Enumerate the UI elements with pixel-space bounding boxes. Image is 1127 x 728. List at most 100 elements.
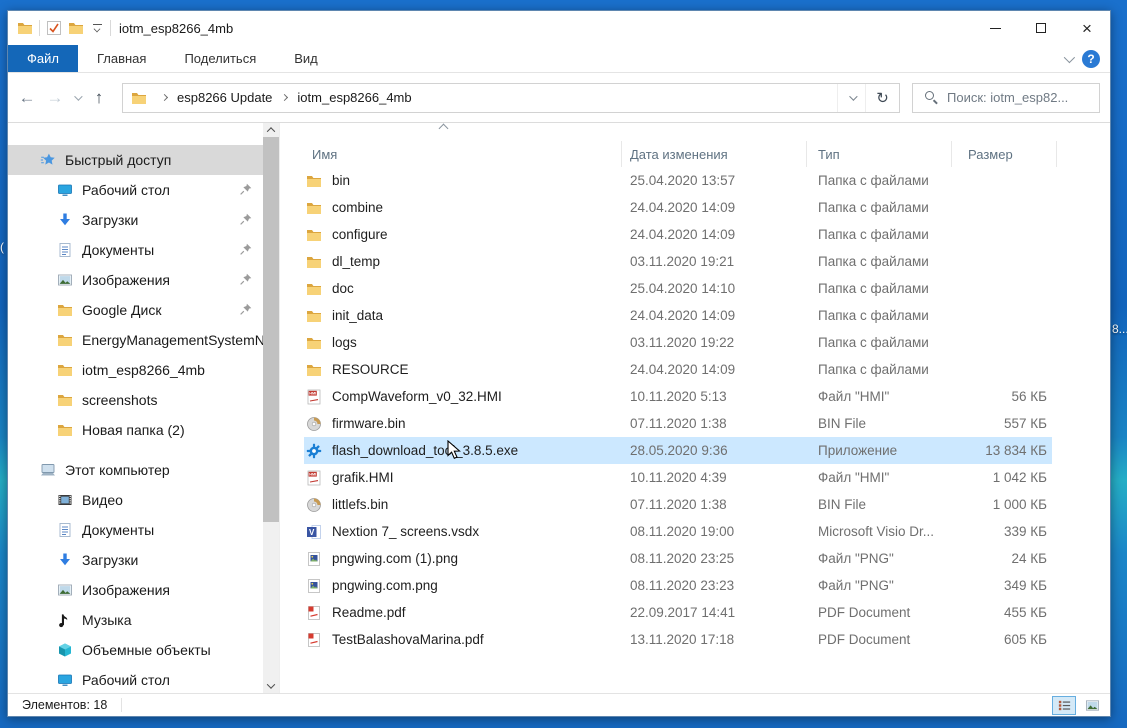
sidebar-item[interactable]: Объемные объекты (8, 635, 263, 665)
expand-ribbon-icon[interactable] (1064, 51, 1075, 62)
ribbon-tab-4[interactable]: Вид (275, 45, 337, 72)
sidebar-item[interactable]: Видео (8, 485, 263, 515)
checkmark-icon[interactable] (46, 20, 62, 36)
sidebar-item[interactable]: Документы (8, 235, 263, 265)
help-icon[interactable]: ? (1082, 50, 1100, 68)
forward-button[interactable]: → (42, 85, 68, 111)
file-date: 10.11.2020 5:13 (622, 389, 807, 404)
sidebar-item[interactable]: Рабочий стол (8, 665, 263, 693)
sidebar-item[interactable]: Изображения (8, 265, 263, 295)
file-row[interactable]: combine24.04.2020 14:09Папка с файлами (280, 194, 1110, 221)
pin-icon (238, 182, 253, 197)
file-row[interactable]: Readme.pdf22.09.2017 14:41PDF Document45… (280, 599, 1110, 626)
sidebar-item[interactable]: EnergyManagementSystemN (8, 325, 263, 355)
file-rows: bin25.04.2020 13:57Папка с файламиcombin… (280, 167, 1110, 693)
sidebar-item[interactable]: iotm_esp8266_4mb (8, 355, 263, 385)
exe-file-icon (306, 443, 322, 459)
file-row[interactable]: logs03.11.2020 19:22Папка с файлами (280, 329, 1110, 356)
file-row[interactable]: bin25.04.2020 13:57Папка с файлами (280, 167, 1110, 194)
pin-icon (238, 242, 253, 257)
file-date: 22.09.2017 14:41 (622, 605, 807, 620)
file-row[interactable]: pngwing.com (1).png08.11.2020 23:25Файл … (280, 545, 1110, 572)
sidebar-item-label: Загрузки (82, 212, 138, 228)
pictures-icon (57, 272, 73, 288)
file-row[interactable]: firmware.bin07.11.2020 1:38BIN File557 К… (280, 410, 1110, 437)
up-button[interactable]: ↑ (86, 85, 112, 111)
sidebar-item-label: Этот компьютер (65, 462, 170, 478)
file-row[interactable]: pngwing.com.png08.11.2020 23:23Файл "PNG… (280, 572, 1110, 599)
sidebar-item[interactable]: screenshots (8, 385, 263, 415)
minimize-button[interactable] (972, 11, 1018, 45)
scroll-up-icon[interactable] (263, 123, 279, 137)
address-dropdown-icon[interactable] (837, 84, 865, 112)
sidebar-item[interactable]: Документы (8, 515, 263, 545)
file-row[interactable]: configure24.04.2020 14:09Папка с файлами (280, 221, 1110, 248)
file-row[interactable]: flash_download_tool_3.8.5.exe28.05.2020 … (280, 437, 1110, 464)
refresh-icon[interactable]: ↻ (865, 84, 899, 112)
item-count: Элементов: 18 (8, 698, 107, 712)
file-date: 07.11.2020 1:38 (622, 416, 807, 431)
file-row[interactable]: VNextion 7_ screens.vsdx08.11.2020 19:00… (280, 518, 1110, 545)
sidebar-scrollbar[interactable] (263, 123, 279, 693)
sidebar-item[interactable]: Загрузки (8, 205, 263, 235)
file-row[interactable]: doc25.04.2020 14:10Папка с файлами (280, 275, 1110, 302)
column-header-1[interactable]: Имя (280, 141, 622, 167)
sidebar-item[interactable]: Google Диск (8, 295, 263, 325)
maximize-button[interactable] (1018, 11, 1064, 45)
breadcrumb-segment[interactable]: esp8266 Update (176, 88, 273, 107)
bin-file-icon (306, 497, 322, 513)
sidebar-item[interactable]: Изображения (8, 575, 263, 605)
file-row[interactable]: littlefs.bin07.11.2020 1:38BIN File1 000… (280, 491, 1110, 518)
breadcrumb-chevron-icon (281, 94, 288, 101)
ribbon-tab-2[interactable]: Главная (78, 45, 165, 72)
sidebar-item[interactable]: Загрузки (8, 545, 263, 575)
back-button[interactable]: ← (14, 85, 40, 111)
file-size: 605 КБ (952, 632, 1057, 647)
svg-text:V: V (309, 527, 315, 536)
navigation-pane: Быстрый доступРабочий столЗагрузкиДокуме… (8, 123, 263, 693)
file-row[interactable]: HMICompWaveform_v0_32.HMI10.11.2020 5:13… (280, 383, 1110, 410)
details-view-button[interactable] (1052, 696, 1076, 715)
thumbnails-view-button[interactable] (1080, 696, 1104, 715)
sidebar-item[interactable]: Музыка (8, 605, 263, 635)
file-row[interactable]: init_data24.04.2020 14:09Папка с файлами (280, 302, 1110, 329)
sidebar-item-this-pc[interactable]: Этот компьютер (8, 455, 263, 485)
png-file-icon (306, 551, 322, 567)
ribbon-tab-3[interactable]: Поделиться (165, 45, 275, 72)
file-row[interactable]: RESOURCE24.04.2020 14:09Папка с файлами (280, 356, 1110, 383)
file-date: 07.11.2020 1:38 (622, 497, 807, 512)
sidebar-item-label: iotm_esp8266_4mb (82, 362, 205, 378)
close-button[interactable]: × (1064, 11, 1110, 45)
column-header-3[interactable]: Тип (807, 141, 952, 167)
file-name: flash_download_tool_3.8.5.exe (332, 443, 518, 458)
search-input[interactable]: Поиск: iotm_esp82... (947, 90, 1068, 105)
file-row[interactable]: TestBalashovaMarina.pdf13.11.2020 17:18P… (280, 626, 1110, 653)
column-headers: ИмяДата измененияТипРазмер (280, 123, 1110, 167)
bin-file-icon (306, 416, 322, 432)
desktop-icon (57, 182, 73, 198)
ribbon-tab-1[interactable]: Файл (8, 45, 78, 72)
sidebar-item[interactable]: Новая папка (2) (8, 415, 263, 445)
scroll-down-icon[interactable] (263, 679, 279, 693)
ribbon-right-controls: ? (1064, 45, 1110, 72)
breadcrumb-chevron-icon (161, 94, 168, 101)
file-date: 10.11.2020 4:39 (622, 470, 807, 485)
sidebar-item-label: Документы (82, 522, 154, 538)
scrollbar-thumb[interactable] (263, 137, 279, 522)
sidebar-item-quick-access[interactable]: Быстрый доступ (8, 145, 263, 175)
customize-quick-access-icon[interactable] (90, 24, 104, 32)
folder-icon[interactable] (68, 20, 84, 36)
file-row[interactable]: dl_temp03.11.2020 19:21Папка с файлами (280, 248, 1110, 275)
file-type: Папка с файлами (807, 227, 952, 242)
sidebar-item-label: Изображения (82, 582, 170, 598)
file-type: Файл "HMI" (807, 389, 952, 404)
file-row[interactable]: HMIgrafik.HMI10.11.2020 4:39Файл "HMI"1 … (280, 464, 1110, 491)
search-box[interactable]: Поиск: iotm_esp82... (912, 83, 1100, 113)
sidebar-item[interactable]: Рабочий стол (8, 175, 263, 205)
column-header-4[interactable]: Размер (952, 141, 1057, 167)
recent-locations-icon[interactable] (70, 85, 84, 111)
column-header-2[interactable]: Дата изменения (622, 141, 807, 167)
file-name: CompWaveform_v0_32.HMI (332, 389, 502, 404)
breadcrumb-segment[interactable]: iotm_esp8266_4mb (296, 88, 412, 107)
address-bar[interactable]: esp8266 Update iotm_esp8266_4mb ↻ (122, 83, 900, 113)
